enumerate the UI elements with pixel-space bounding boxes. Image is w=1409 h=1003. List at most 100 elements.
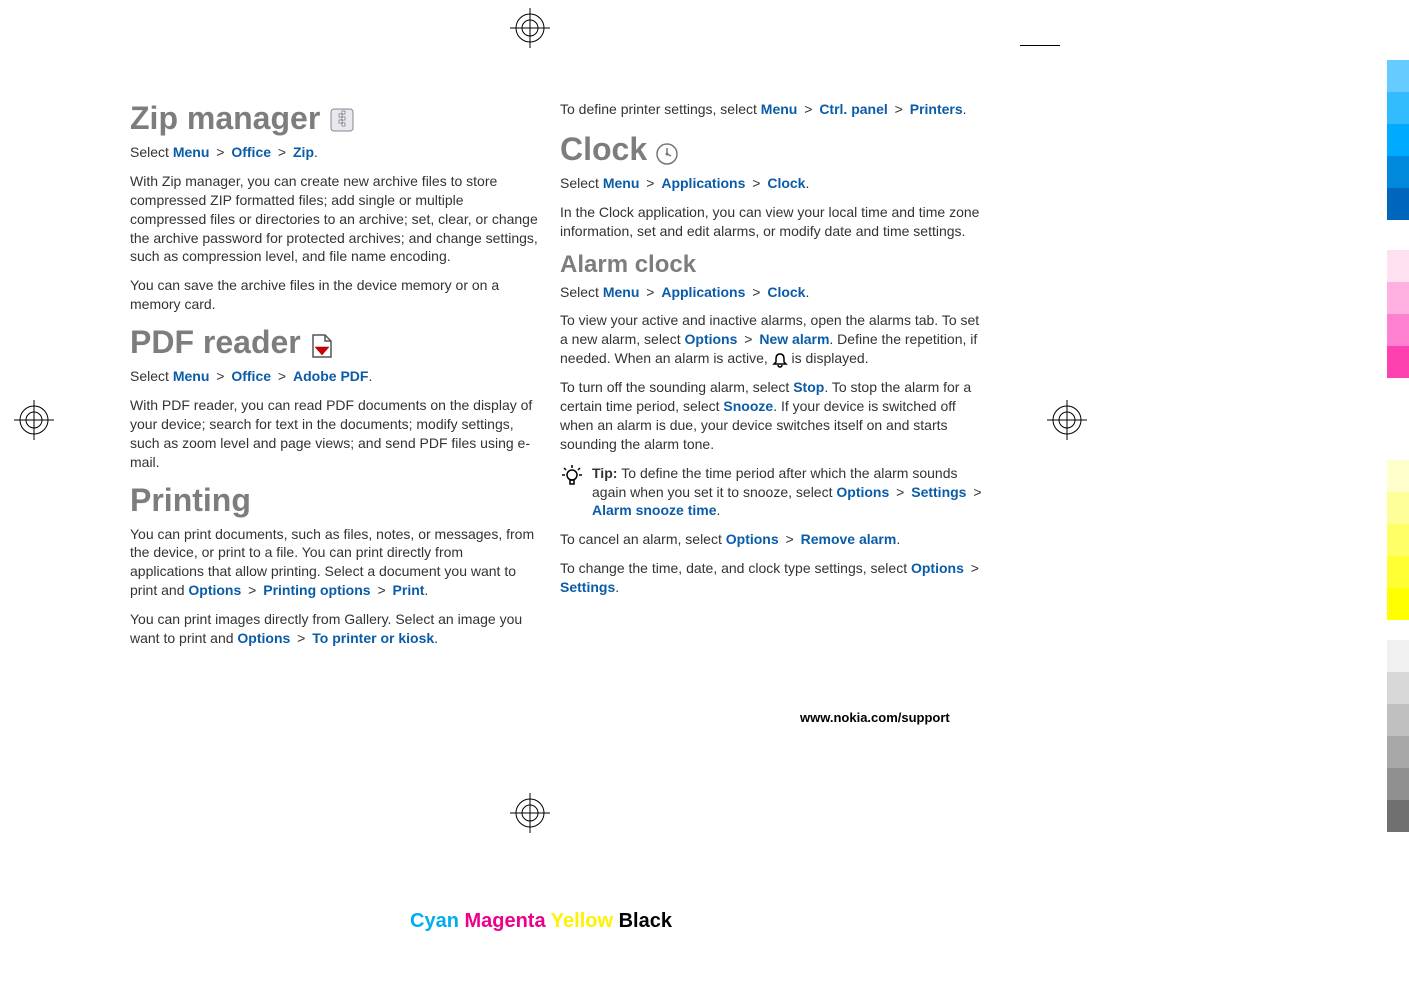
clock-heading: Clock <box>560 131 990 168</box>
heading-text: Clock <box>560 131 647 168</box>
tip-text: Tip: To define the time period after whi… <box>592 464 990 521</box>
color-swatch <box>1387 282 1409 314</box>
menu-link: Printing options <box>263 582 370 598</box>
clock-body-1: In the Clock application, you can view y… <box>560 203 990 241</box>
cmyk-labels: Cyan Magenta Yellow Black <box>410 910 672 933</box>
menu-link: Office <box>231 144 271 160</box>
pdf-icon <box>309 330 335 356</box>
registration-mark-icon <box>1047 400 1087 440</box>
color-swatch <box>1387 736 1409 768</box>
color-swatch <box>1387 556 1409 588</box>
alarm-clock-heading: Alarm clock <box>560 251 990 279</box>
printing-body-2: You can print images directly from Galle… <box>130 610 540 648</box>
printing-heading: Printing <box>130 482 540 519</box>
menu-link: Menu <box>173 144 210 160</box>
menu-link: Menu <box>173 368 210 384</box>
black-color-bars <box>1387 640 1409 830</box>
menu-link: Remove alarm <box>801 531 897 547</box>
heading-text: Zip manager <box>130 100 320 137</box>
color-swatch <box>1387 314 1409 346</box>
tip-label: Tip: <box>592 465 621 481</box>
menu-link: Applications <box>661 284 745 300</box>
tip-lightbulb-icon <box>560 464 584 488</box>
menu-link: Zip <box>293 144 314 160</box>
black-label: Black <box>619 910 672 932</box>
menu-link: New alarm <box>759 331 829 347</box>
clock-select-path: Select Menu > Applications > Clock. <box>560 174 990 193</box>
color-swatch <box>1387 92 1409 124</box>
menu-link: Stop <box>793 379 824 395</box>
alarm-body-4: To change the time, date, and clock type… <box>560 559 990 597</box>
registration-mark-icon <box>14 400 54 440</box>
color-swatch <box>1387 60 1409 92</box>
menu-link: Printers <box>910 101 963 117</box>
menu-link: Clock <box>767 284 805 300</box>
zip-manager-heading: Zip manager <box>130 100 540 137</box>
pdf-select-path: Select Menu > Office > Adobe PDF. <box>130 367 540 386</box>
cyan-color-bars <box>1387 60 1409 220</box>
color-swatch <box>1387 124 1409 156</box>
footer-url: www.nokia.com/support <box>800 710 950 725</box>
menu-link: Options <box>188 582 241 598</box>
menu-link: Menu <box>761 101 798 117</box>
menu-link: Adobe PDF <box>293 368 368 384</box>
menu-link: Ctrl. panel <box>819 101 887 117</box>
zip-body-2: You can save the archive files in the de… <box>130 276 540 314</box>
color-swatch <box>1387 768 1409 800</box>
column-left: Zip manager Select Menu > Office > Zip. … <box>130 100 540 658</box>
zip-select-path: Select Menu > Office > Zip. <box>130 143 540 162</box>
magenta-label: Magenta <box>464 910 545 932</box>
heading-text: PDF reader <box>130 324 301 361</box>
yellow-label: Yellow <box>551 910 613 932</box>
color-swatch <box>1387 672 1409 704</box>
clock-icon <box>655 137 679 161</box>
alarm-bell-icon <box>772 352 788 368</box>
color-swatch <box>1387 460 1409 492</box>
alarm-select-path: Select Menu > Applications > Clock. <box>560 283 990 302</box>
menu-link: Options <box>237 630 290 646</box>
color-swatch <box>1387 250 1409 282</box>
menu-link: Snooze <box>723 398 773 414</box>
menu-link: Settings <box>911 484 966 500</box>
menu-link: Print <box>393 582 425 598</box>
menu-link: To printer or kiosk <box>312 630 434 646</box>
color-swatch <box>1387 346 1409 378</box>
pdf-reader-heading: PDF reader <box>130 324 540 361</box>
magenta-color-bars <box>1387 250 1409 370</box>
registration-mark-icon <box>510 8 550 48</box>
printing-body-3: To define printer settings, select Menu … <box>560 100 990 119</box>
color-swatch <box>1387 704 1409 736</box>
menu-link: Settings <box>560 579 615 595</box>
menu-link: Clock <box>767 175 805 191</box>
cyan-label: Cyan <box>410 910 459 932</box>
crop-mark <box>1020 45 1060 46</box>
color-swatch <box>1387 800 1409 832</box>
registration-mark-icon <box>510 793 550 833</box>
color-swatch <box>1387 492 1409 524</box>
menu-link: Applications <box>661 175 745 191</box>
menu-link: Alarm snooze time <box>592 502 716 518</box>
alarm-body-1: To view your active and inactive alarms,… <box>560 311 990 368</box>
zip-icon <box>328 105 356 133</box>
menu-link: Menu <box>603 175 640 191</box>
alarm-body-3: To cancel an alarm, select Options > Rem… <box>560 530 990 549</box>
alarm-body-2: To turn off the sounding alarm, select S… <box>560 378 990 454</box>
menu-link: Menu <box>603 284 640 300</box>
menu-link: Options <box>836 484 889 500</box>
menu-link: Options <box>911 560 964 576</box>
color-swatch <box>1387 588 1409 620</box>
pdf-body-1: With PDF reader, you can read PDF docume… <box>130 396 540 472</box>
printing-body-1: You can print documents, such as files, … <box>130 525 540 601</box>
menu-link: Options <box>726 531 779 547</box>
menu-link: Options <box>685 331 738 347</box>
page-body: Zip manager Select Menu > Office > Zip. … <box>130 100 1000 658</box>
tip-box: Tip: To define the time period after whi… <box>560 464 990 521</box>
menu-link: Office <box>231 368 271 384</box>
color-swatch <box>1387 188 1409 220</box>
heading-text: Printing <box>130 482 251 519</box>
yellow-color-bars <box>1387 460 1409 610</box>
zip-body-1: With Zip manager, you can create new arc… <box>130 172 540 266</box>
column-right: To define printer settings, select Menu … <box>560 100 990 658</box>
color-swatch <box>1387 640 1409 672</box>
color-swatch <box>1387 524 1409 556</box>
